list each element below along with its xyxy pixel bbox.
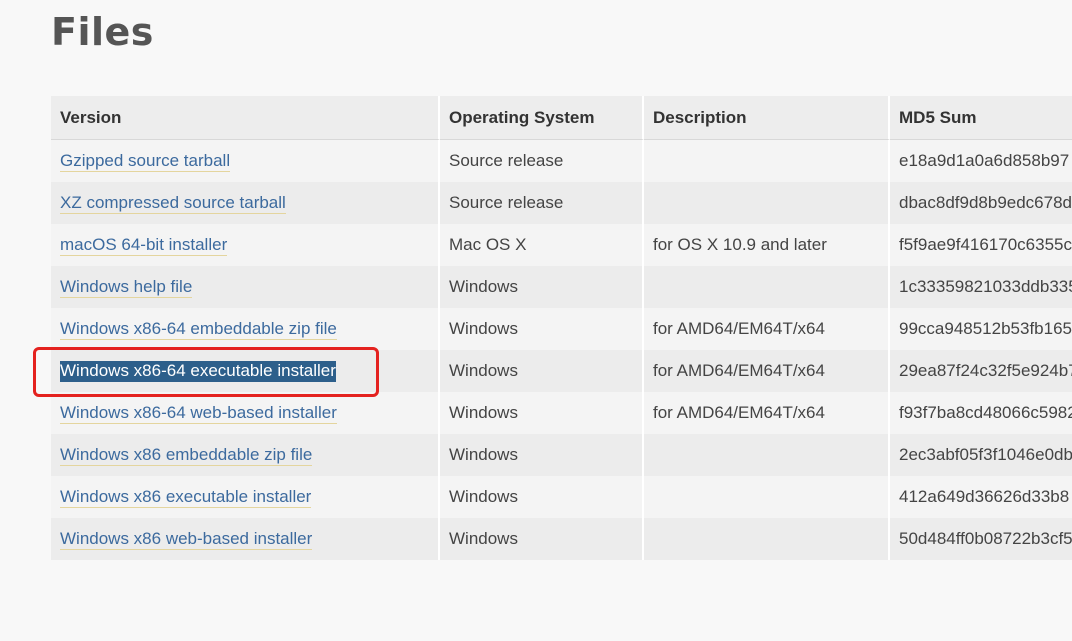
download-link[interactable]: Windows x86-64 web-based installer <box>60 403 337 424</box>
download-link[interactable]: macOS 64-bit installer <box>60 235 228 256</box>
download-link[interactable]: Windows help file <box>60 277 193 298</box>
version-cell: XZ compressed source tarball <box>51 182 440 224</box>
table-row: Windows x86-64 web-based installer Windo… <box>51 392 1072 434</box>
description-cell <box>644 434 890 476</box>
description-cell: for AMD64/EM64T/x64 <box>644 308 890 350</box>
page-title: Files <box>51 10 154 54</box>
os-cell: Windows <box>440 476 644 518</box>
version-cell: Windows x86-64 executable installer <box>51 350 440 392</box>
version-cell: Windows help file <box>51 266 440 308</box>
version-cell: macOS 64-bit installer <box>51 224 440 266</box>
md5-cell: dbac8df9d8b9edc678d <box>890 182 1072 224</box>
table-row: macOS 64-bit installer Mac OS X for OS X… <box>51 224 1072 266</box>
os-cell: Windows <box>440 518 644 560</box>
header-description: Description <box>644 96 890 140</box>
download-link[interactable]: Gzipped source tarball <box>60 151 231 172</box>
header-operating-system: Operating System <box>440 96 644 140</box>
header-version: Version <box>51 96 440 140</box>
os-cell: Mac OS X <box>440 224 644 266</box>
md5-cell: f5f9ae9f416170c6355c <box>890 224 1072 266</box>
version-cell: Gzipped source tarball <box>51 140 440 182</box>
os-cell: Windows <box>440 350 644 392</box>
description-cell: for AMD64/EM64T/x64 <box>644 350 890 392</box>
table-row: Windows x86 executable installer Windows… <box>51 476 1072 518</box>
table-row: XZ compressed source tarball Source rele… <box>51 182 1072 224</box>
description-cell <box>644 518 890 560</box>
description-cell: for AMD64/EM64T/x64 <box>644 392 890 434</box>
md5-cell: f93f7ba8cd48066c5982 <box>890 392 1072 434</box>
table-row: Windows help file Windows 1c33359821033d… <box>51 266 1072 308</box>
download-link[interactable]: XZ compressed source tarball <box>60 193 286 214</box>
description-cell <box>644 476 890 518</box>
os-cell: Windows <box>440 392 644 434</box>
md5-cell: 29ea87f24c32f5e924b7 <box>890 350 1072 392</box>
md5-cell: 412a649d36626d33b8 <box>890 476 1072 518</box>
description-cell <box>644 266 890 308</box>
download-link[interactable]: Windows x86 executable installer <box>60 487 312 508</box>
version-cell: Windows x86 executable installer <box>51 476 440 518</box>
table-header-row: Version Operating System Description MD5… <box>51 96 1072 140</box>
version-cell: Windows x86-64 web-based installer <box>51 392 440 434</box>
download-link[interactable]: Windows x86-64 embeddable zip file <box>60 319 337 340</box>
download-link[interactable]: Windows x86 web-based installer <box>60 529 313 550</box>
table-row-selected: Windows x86-64 executable installer Wind… <box>51 350 1072 392</box>
os-cell: Windows <box>440 266 644 308</box>
description-cell <box>644 182 890 224</box>
table-row: Windows x86 embeddable zip file Windows … <box>51 434 1072 476</box>
os-cell: Windows <box>440 308 644 350</box>
md5-cell: e18a9d1a0a6d858b97 <box>890 140 1072 182</box>
description-cell: for OS X 10.9 and later <box>644 224 890 266</box>
version-cell: Windows x86 embeddable zip file <box>51 434 440 476</box>
table-row: Gzipped source tarball Source release e1… <box>51 140 1072 182</box>
description-cell <box>644 140 890 182</box>
os-cell: Source release <box>440 140 644 182</box>
download-link-selected[interactable]: Windows x86-64 executable installer <box>60 361 336 382</box>
header-md5-sum: MD5 Sum <box>890 96 1072 140</box>
os-cell: Windows <box>440 434 644 476</box>
md5-cell: 2ec3abf05f3f1046e0db <box>890 434 1072 476</box>
md5-cell: 50d484ff0b08722b3cf5 <box>890 518 1072 560</box>
files-table: Version Operating System Description MD5… <box>51 96 1072 560</box>
md5-cell: 1c33359821033ddb335 <box>890 266 1072 308</box>
md5-cell: 99cca948512b53fb165 <box>890 308 1072 350</box>
table-row: Windows x86-64 embeddable zip file Windo… <box>51 308 1072 350</box>
download-link[interactable]: Windows x86 embeddable zip file <box>60 445 313 466</box>
os-cell: Source release <box>440 182 644 224</box>
table-body: Gzipped source tarball Source release e1… <box>51 140 1072 560</box>
version-cell: Windows x86 web-based installer <box>51 518 440 560</box>
version-cell: Windows x86-64 embeddable zip file <box>51 308 440 350</box>
table-row: Windows x86 web-based installer Windows … <box>51 518 1072 560</box>
